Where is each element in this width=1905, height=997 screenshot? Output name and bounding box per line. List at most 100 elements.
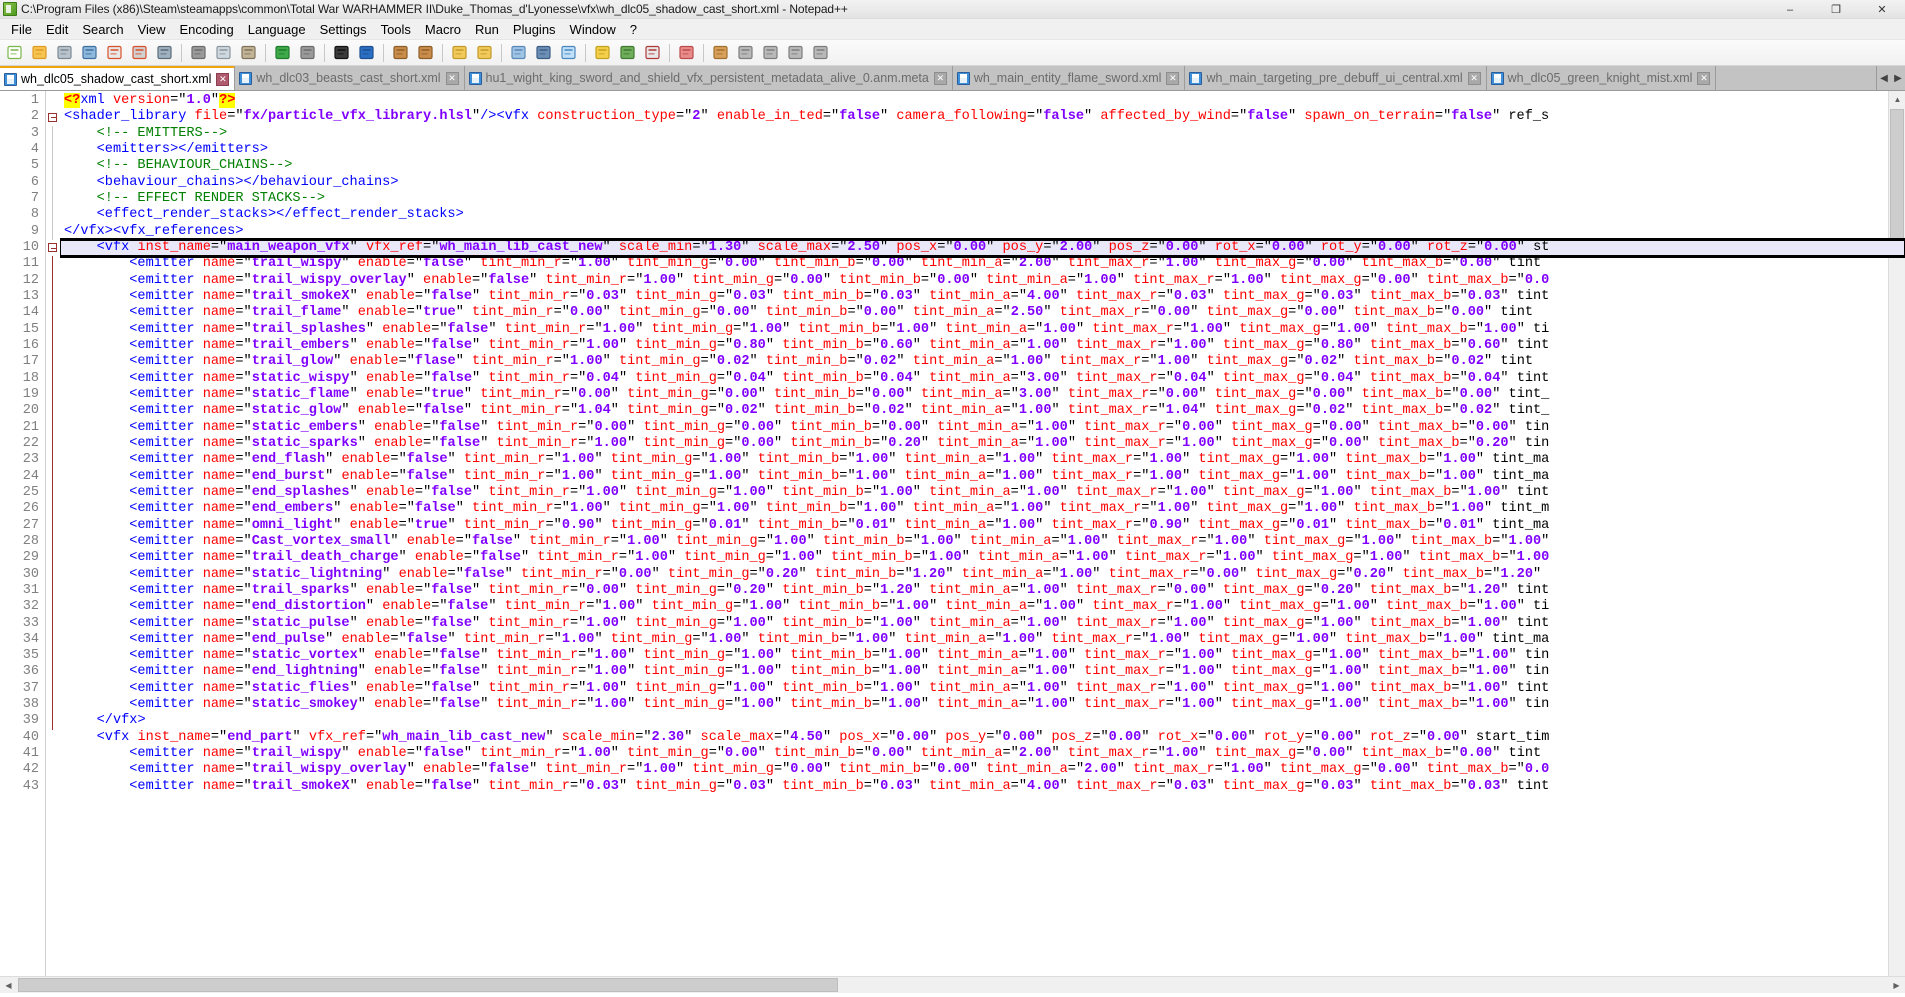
code-line[interactable]: <emitter name="end_splashes" enable="fal… <box>60 485 1905 501</box>
print-icon[interactable] <box>153 41 176 64</box>
code-line[interactable]: <emitter name="trail_wispy" enable="fals… <box>60 256 1905 272</box>
doc-map-icon[interactable] <box>616 41 639 64</box>
fold-marker[interactable] <box>46 697 60 714</box>
menu-item-search[interactable]: Search <box>75 20 130 39</box>
fold-marker[interactable] <box>46 550 60 567</box>
fold-marker[interactable] <box>46 435 60 453</box>
ui-userdefined-icon[interactable] <box>591 41 614 64</box>
fold-marker[interactable] <box>46 468 60 485</box>
new-file-icon[interactable] <box>3 41 26 64</box>
code-line[interactable]: <emitter name="trail_splashes" enable="f… <box>60 322 1905 338</box>
horizontal-scrollbar[interactable]: ◀ ▶ <box>0 976 1905 993</box>
copy-icon[interactable] <box>212 41 235 64</box>
word-wrap-icon[interactable] <box>507 41 530 64</box>
fold-marker[interactable] <box>46 566 60 583</box>
code-line[interactable]: <emitters></emitters> <box>60 142 1905 158</box>
fold-marker[interactable] <box>46 762 60 778</box>
fold-collapse-icon[interactable] <box>48 243 57 253</box>
fold-marker[interactable] <box>46 272 60 289</box>
code-line[interactable]: <vfx inst_name="end_part" vfx_ref="wh_ma… <box>60 730 1905 746</box>
fold-marker[interactable] <box>46 305 60 322</box>
code-line[interactable]: <emitter name="end_embers" enable="false… <box>60 501 1905 517</box>
fold-marker[interactable] <box>46 190 60 208</box>
fold-marker[interactable] <box>46 582 60 600</box>
fold-marker[interactable] <box>46 337 60 355</box>
tab-close-icon[interactable]: ✕ <box>1697 71 1711 85</box>
tab-close-icon[interactable]: ✕ <box>1467 71 1481 85</box>
fold-marker[interactable] <box>46 370 60 387</box>
code-line[interactable]: <emitter name="trail_smokeX" enable="fal… <box>60 779 1905 795</box>
menu-item-edit[interactable]: Edit <box>39 20 75 39</box>
code-line[interactable]: <emitter name="trail_smokeX" enable="fal… <box>60 289 1905 305</box>
horizontal-scroll-thumb[interactable] <box>18 978 838 992</box>
fold-marker[interactable] <box>46 730 60 746</box>
code-line[interactable]: <emitter name="static_wispy" enable="fal… <box>60 371 1905 387</box>
code-line[interactable]: <emitter name="trail_embers" enable="fal… <box>60 338 1905 354</box>
open-folder-icon[interactable] <box>28 41 51 64</box>
menu-item-encoding[interactable]: Encoding <box>173 20 241 39</box>
sync-horizontal-icon[interactable] <box>473 41 496 64</box>
fold-marker[interactable] <box>46 713 60 730</box>
code-line[interactable]: <emitter name="end_burst" enable="false"… <box>60 469 1905 485</box>
fold-marker[interactable] <box>46 125 60 142</box>
code-line[interactable]: <emitter name="trail_wispy_overlay" enab… <box>60 273 1905 289</box>
document-tab[interactable]: wh_dlc03_beasts_cast_short.xml ✕ <box>235 66 465 90</box>
code-line[interactable]: <emitter name="omni_light" enable="true"… <box>60 518 1905 534</box>
macro-save-icon[interactable] <box>809 41 832 64</box>
undo-icon[interactable] <box>271 41 294 64</box>
fold-marker[interactable] <box>46 141 60 159</box>
fold-marker[interactable] <box>46 631 60 649</box>
fold-marker[interactable] <box>46 664 60 681</box>
fold-marker[interactable] <box>46 484 60 502</box>
menu-item-view[interactable]: View <box>131 20 173 39</box>
fold-collapse-icon[interactable] <box>48 112 57 122</box>
maximize-button[interactable]: ❐ <box>1813 0 1859 19</box>
code-line[interactable]: <emitter name="static_glow" enable="fals… <box>60 403 1905 419</box>
document-tab[interactable]: hu1_wight_king_sword_and_shield_vfx_pers… <box>464 66 953 90</box>
fold-marker[interactable] <box>46 386 60 404</box>
paste-icon[interactable] <box>237 41 260 64</box>
scroll-left-icon[interactable]: ◀ <box>0 977 17 993</box>
menu-item-file[interactable]: File <box>4 20 39 39</box>
fold-marker[interactable] <box>46 93 60 109</box>
menu-item-[interactable]: ? <box>623 20 644 39</box>
fold-marker[interactable] <box>46 501 60 518</box>
code-line[interactable]: <emitter name="Cast_vortex_small" enable… <box>60 534 1905 550</box>
all-chars-icon[interactable] <box>532 41 555 64</box>
fold-marker[interactable] <box>46 207 60 224</box>
indent-guide-icon[interactable] <box>557 41 580 64</box>
code-line[interactable]: <emitter name="end_distortion" enable="f… <box>60 599 1905 615</box>
save-all-icon[interactable] <box>78 41 101 64</box>
fold-marker[interactable] <box>46 288 60 306</box>
fold-marker[interactable] <box>46 419 60 436</box>
document-tab[interactable]: wh_main_targeting_pre_debuff_ui_central.… <box>1185 66 1487 90</box>
fold-marker[interactable] <box>46 452 60 469</box>
code-line[interactable]: <vfx inst_name="main_weapon_vfx" vfx_ref… <box>60 237 1905 259</box>
find-icon[interactable] <box>330 41 353 64</box>
vertical-scrollbar[interactable]: ▲ <box>1888 91 1905 976</box>
vertical-scroll-thumb[interactable] <box>1890 109 1904 239</box>
minimize-button[interactable]: – <box>1767 0 1813 19</box>
fold-marker[interactable] <box>46 615 60 632</box>
document-tab[interactable]: wh_dlc05_green_knight_mist.xml ✕ <box>1486 66 1717 90</box>
document-tab[interactable]: wh_dlc05_shadow_cast_short.xml ✕ <box>0 66 236 90</box>
fold-marker[interactable] <box>46 240 60 256</box>
code-line[interactable]: </vfx><vfx_references> <box>60 224 1905 240</box>
fold-marker[interactable] <box>46 109 60 125</box>
code-line[interactable]: <emitter name="trail_sparks" enable="fal… <box>60 583 1905 599</box>
close-button[interactable]: ✕ <box>1859 0 1905 19</box>
code-line[interactable]: <?xml version="1.0"?> <box>60 93 1905 109</box>
zoom-in-icon[interactable] <box>389 41 412 64</box>
menu-item-run[interactable]: Run <box>468 20 506 39</box>
code-line[interactable]: <emitter name="static_embers" enable="fa… <box>60 420 1905 436</box>
close-all-icon[interactable] <box>128 41 151 64</box>
menu-item-plugins[interactable]: Plugins <box>506 20 563 39</box>
menu-item-settings[interactable]: Settings <box>313 20 374 39</box>
document-tab[interactable]: wh_main_entity_flame_sword.xml ✕ <box>952 66 1186 90</box>
code-line[interactable]: <emitter name="trail_death_charge" enabl… <box>60 550 1905 566</box>
code-line[interactable]: <emitter name="trail_flame" enable="true… <box>60 305 1905 321</box>
macro-play-icon[interactable] <box>759 41 782 64</box>
tab-scroll-right-icon[interactable]: ▶ <box>1891 66 1905 90</box>
fold-marker[interactable] <box>46 599 60 616</box>
macro-record-icon[interactable] <box>709 41 732 64</box>
